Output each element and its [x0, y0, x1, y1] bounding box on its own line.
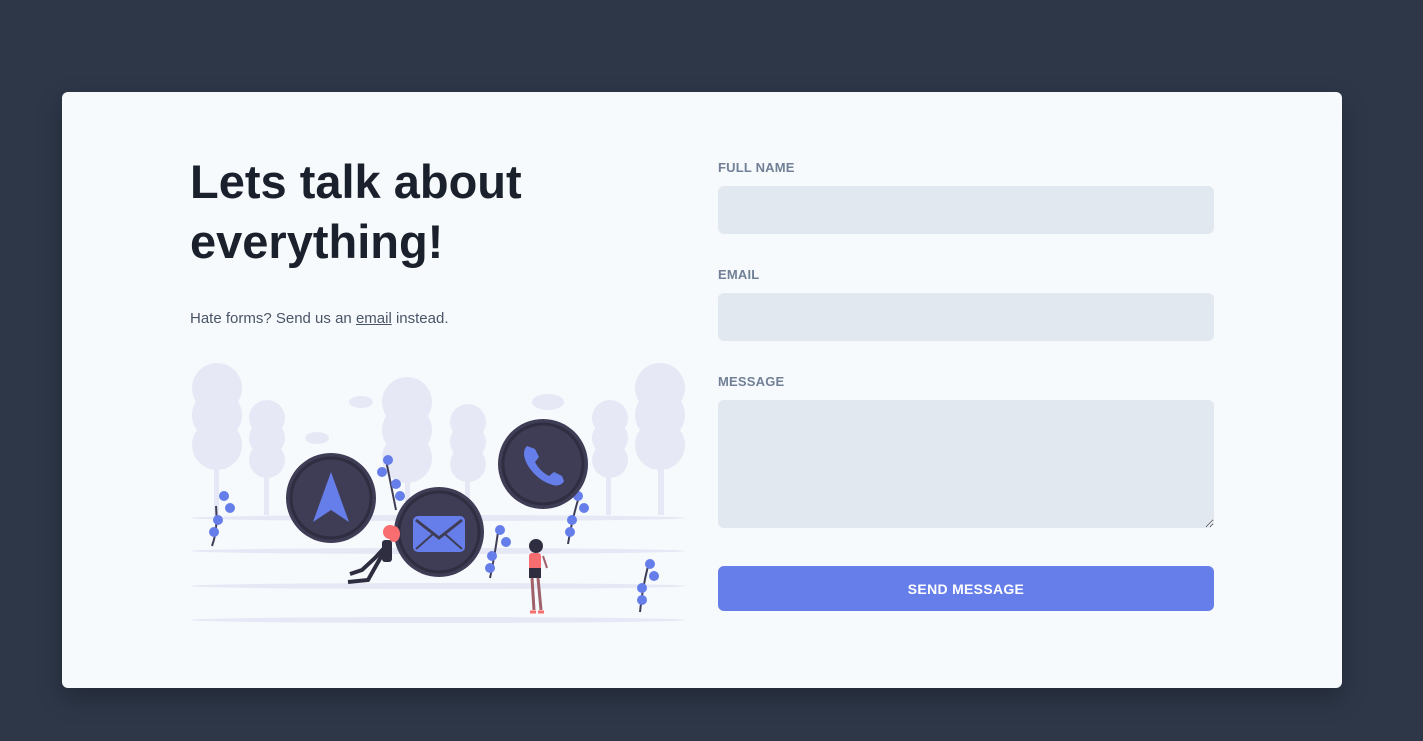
intro-section: Lets talk about everything! Hate forms? … [190, 152, 690, 327]
full-name-label: FULL NAME [718, 160, 795, 175]
page-title: Lets talk about everything! [190, 155, 522, 268]
message-textarea[interactable] [718, 400, 1214, 528]
send-message-button[interactable]: SEND MESSAGE [718, 566, 1214, 611]
message-group: MESSAGE [718, 374, 1214, 528]
envelope-bubble [394, 487, 484, 577]
subtitle-text-after: instead. [391, 310, 449, 327]
full-name-group: FULL NAME [718, 160, 1214, 234]
message-label: MESSAGE [718, 374, 785, 389]
email-group: EMAIL [718, 267, 1214, 341]
subtitle: Hate forms? Send us an email instead. [190, 310, 690, 327]
email-input[interactable] [718, 293, 1214, 341]
contact-card: Lets talk about everything! Hate forms? … [62, 92, 1342, 688]
navigation-bubble [286, 453, 376, 543]
phone-bubble [498, 419, 588, 509]
tree [249, 400, 285, 515]
full-name-input[interactable] [718, 186, 1214, 234]
contact-illustration [190, 363, 686, 623]
tree [192, 363, 242, 520]
envelope-icon [413, 516, 465, 552]
tree [635, 363, 685, 515]
email-label: EMAIL [718, 267, 760, 282]
email-link[interactable]: email [356, 310, 392, 327]
tree [592, 400, 628, 515]
subtitle-text-before: Hate forms? Send us an [190, 310, 356, 327]
contact-form: FULL NAME EMAIL MESSAGE SEND MESSAGE [718, 160, 1214, 611]
